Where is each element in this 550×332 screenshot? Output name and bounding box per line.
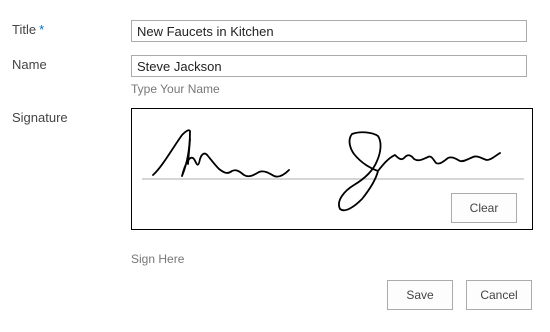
- name-label: Name: [12, 57, 47, 72]
- signature-pad[interactable]: Clear: [131, 108, 533, 230]
- title-label-text: Title: [12, 22, 37, 37]
- required-marker: *: [39, 22, 45, 37]
- name-hint: Type Your Name: [131, 82, 220, 96]
- name-input[interactable]: [131, 55, 527, 77]
- title-label: Title *: [12, 22, 44, 37]
- save-button[interactable]: Save: [387, 280, 453, 310]
- cancel-button[interactable]: Cancel: [466, 280, 532, 310]
- signature-stroke-first-name: [152, 129, 290, 178]
- title-input[interactable]: [131, 20, 527, 42]
- signature-label: Signature: [12, 110, 68, 125]
- signature-hint: Sign Here: [131, 252, 185, 266]
- clear-button[interactable]: Clear: [451, 193, 517, 223]
- signature-stroke-first-name-tick: [187, 138, 191, 165]
